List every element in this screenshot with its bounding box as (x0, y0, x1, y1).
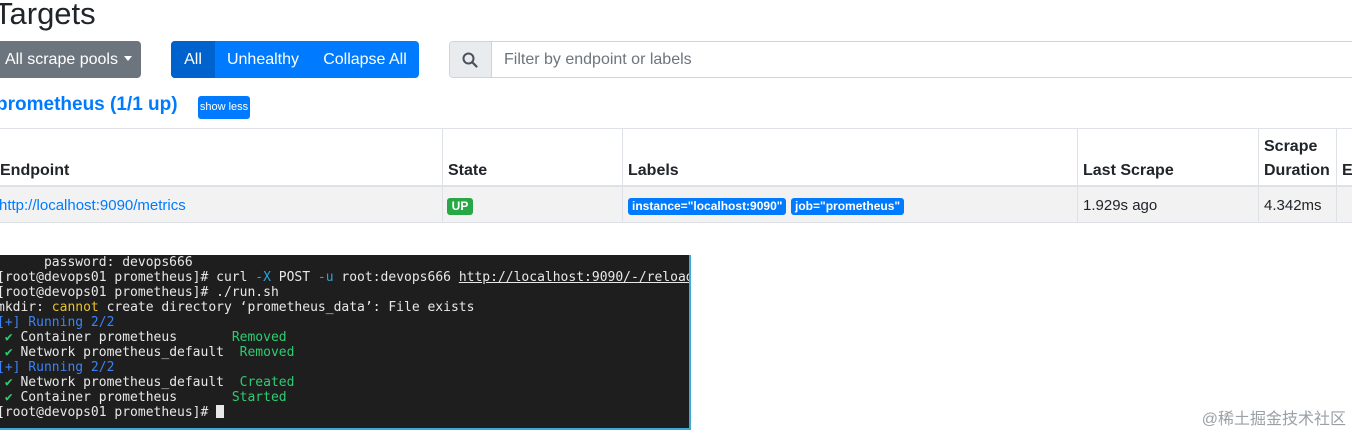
terminal-prompt: [root@devops01 prometheus]# (0, 405, 217, 420)
terminal-text: Container prometheus (20, 390, 232, 405)
terminal-arg: POST (270, 270, 318, 285)
terminal-state: Removed (231, 330, 287, 345)
column-divider (1258, 128, 1259, 223)
terminal-status: [+] Running 2/2 (0, 315, 115, 330)
column-divider (622, 128, 623, 223)
header-last-scrape: Last Scrape (1083, 162, 1174, 179)
targets-table: Endpoint State Labels Last Scrape Scrape… (0, 128, 1352, 223)
state-badge: UP (447, 198, 473, 215)
search-icon (462, 52, 478, 68)
terminal-text: Network prometheus_default (20, 375, 240, 390)
header-error: Error (1342, 162, 1352, 179)
endpoint-link[interactable]: http://localhost:9090/metrics (0, 197, 186, 215)
terminal-line: ✔ Network prometheus_default Created (0, 375, 295, 390)
terminal-text: mkdir: (0, 300, 52, 315)
terminal-line: [root@devops01 prometheus]# (0, 405, 225, 420)
filter-all-button[interactable]: All (171, 41, 215, 78)
terminal-window[interactable]: password: devops666 [root@devops01 prome… (0, 255, 691, 430)
terminal-line: [root@devops01 prometheus]# curl -X POST… (0, 270, 691, 285)
column-divider (1336, 128, 1337, 223)
terminal-line: [+] Running 2/2 (0, 315, 114, 330)
terminal-state: Removed (239, 345, 295, 360)
scrape-pools-dropdown[interactable]: All scrape pools (0, 41, 141, 78)
terminal-line: [+] Running 2/2 (0, 360, 114, 375)
caret-down-icon (124, 56, 133, 62)
terminal-command: ./run.sh (216, 285, 279, 300)
terminal-prompt: [root@devops01 prometheus]# (0, 270, 217, 285)
header-scrape-duration-line1: Scrape (1264, 138, 1318, 155)
last-scrape-value: 1.929s ago (1083, 197, 1158, 214)
terminal-flag: -X (247, 270, 271, 285)
terminal-state: Created (239, 375, 295, 390)
header-state: State (448, 162, 488, 179)
terminal-text: Container prometheus (20, 330, 232, 345)
terminal-text: create directory ‘prometheus_data’: File… (98, 300, 475, 315)
show-less-button[interactable]: show less (198, 96, 250, 119)
column-divider (442, 128, 443, 223)
terminal-flag: -u (317, 270, 334, 285)
check-icon: ✔ (4, 390, 13, 405)
terminal-text: Network prometheus_default (20, 345, 240, 360)
terminal-prompt: [root@devops01 prometheus]# (0, 285, 217, 300)
terminal-line: [root@devops01 prometheus]# ./run.sh (0, 285, 279, 300)
scrape-pools-label: All scrape pools (5, 51, 118, 68)
label-badge-job: job="prometheus" (791, 198, 905, 215)
check-icon: ✔ (4, 375, 13, 390)
scrape-duration-value: 4.342ms (1264, 197, 1322, 214)
header-scrape-duration-line2: Duration (1264, 162, 1330, 179)
terminal-arg: root:devops666 (333, 270, 459, 285)
terminal-url: http://localhost:9090/-/reload (458, 270, 691, 285)
search-addon (450, 42, 492, 77)
search-group (449, 41, 1352, 78)
collapse-all-button[interactable]: Collapse All (311, 41, 419, 78)
table-border-top (0, 128, 1352, 129)
header-labels: Labels (628, 162, 679, 179)
cursor-block (216, 405, 225, 418)
terminal-line: ✔ Network prometheus_default Removed (0, 345, 295, 360)
terminal-line: mkdir: cannot create directory ‘promethe… (0, 300, 474, 315)
header-endpoint: Endpoint (0, 162, 70, 179)
terminal-line: ✔ Container prometheus Removed (0, 330, 287, 345)
pool-title-link[interactable]: prometheus (1/1 up) (0, 93, 178, 117)
page-title: Targets (0, 0, 96, 31)
terminal-state: Started (231, 390, 287, 405)
terminal-command: curl (216, 270, 248, 285)
filter-button-group: All Unhealthy Collapse All (171, 41, 419, 78)
column-divider (1077, 128, 1078, 223)
watermark: @稀土掘金技术社区 (1201, 411, 1346, 428)
check-icon: ✔ (4, 345, 13, 360)
terminal-warning: cannot (51, 300, 99, 315)
terminal-status: [+] Running 2/2 (0, 360, 115, 375)
terminal-line: password: devops666 (0, 255, 193, 270)
label-badge-instance: instance="localhost:9090" (628, 198, 787, 215)
table-border-bottom (0, 222, 1352, 223)
table-header-border (0, 185, 1352, 187)
search-input[interactable] (492, 42, 1352, 77)
filter-unhealthy-button[interactable]: Unhealthy (215, 41, 311, 78)
check-icon: ✔ (4, 330, 13, 345)
terminal-line: ✔ Container prometheus Started (0, 390, 287, 405)
terminal-text: password: devops666 (0, 255, 193, 270)
